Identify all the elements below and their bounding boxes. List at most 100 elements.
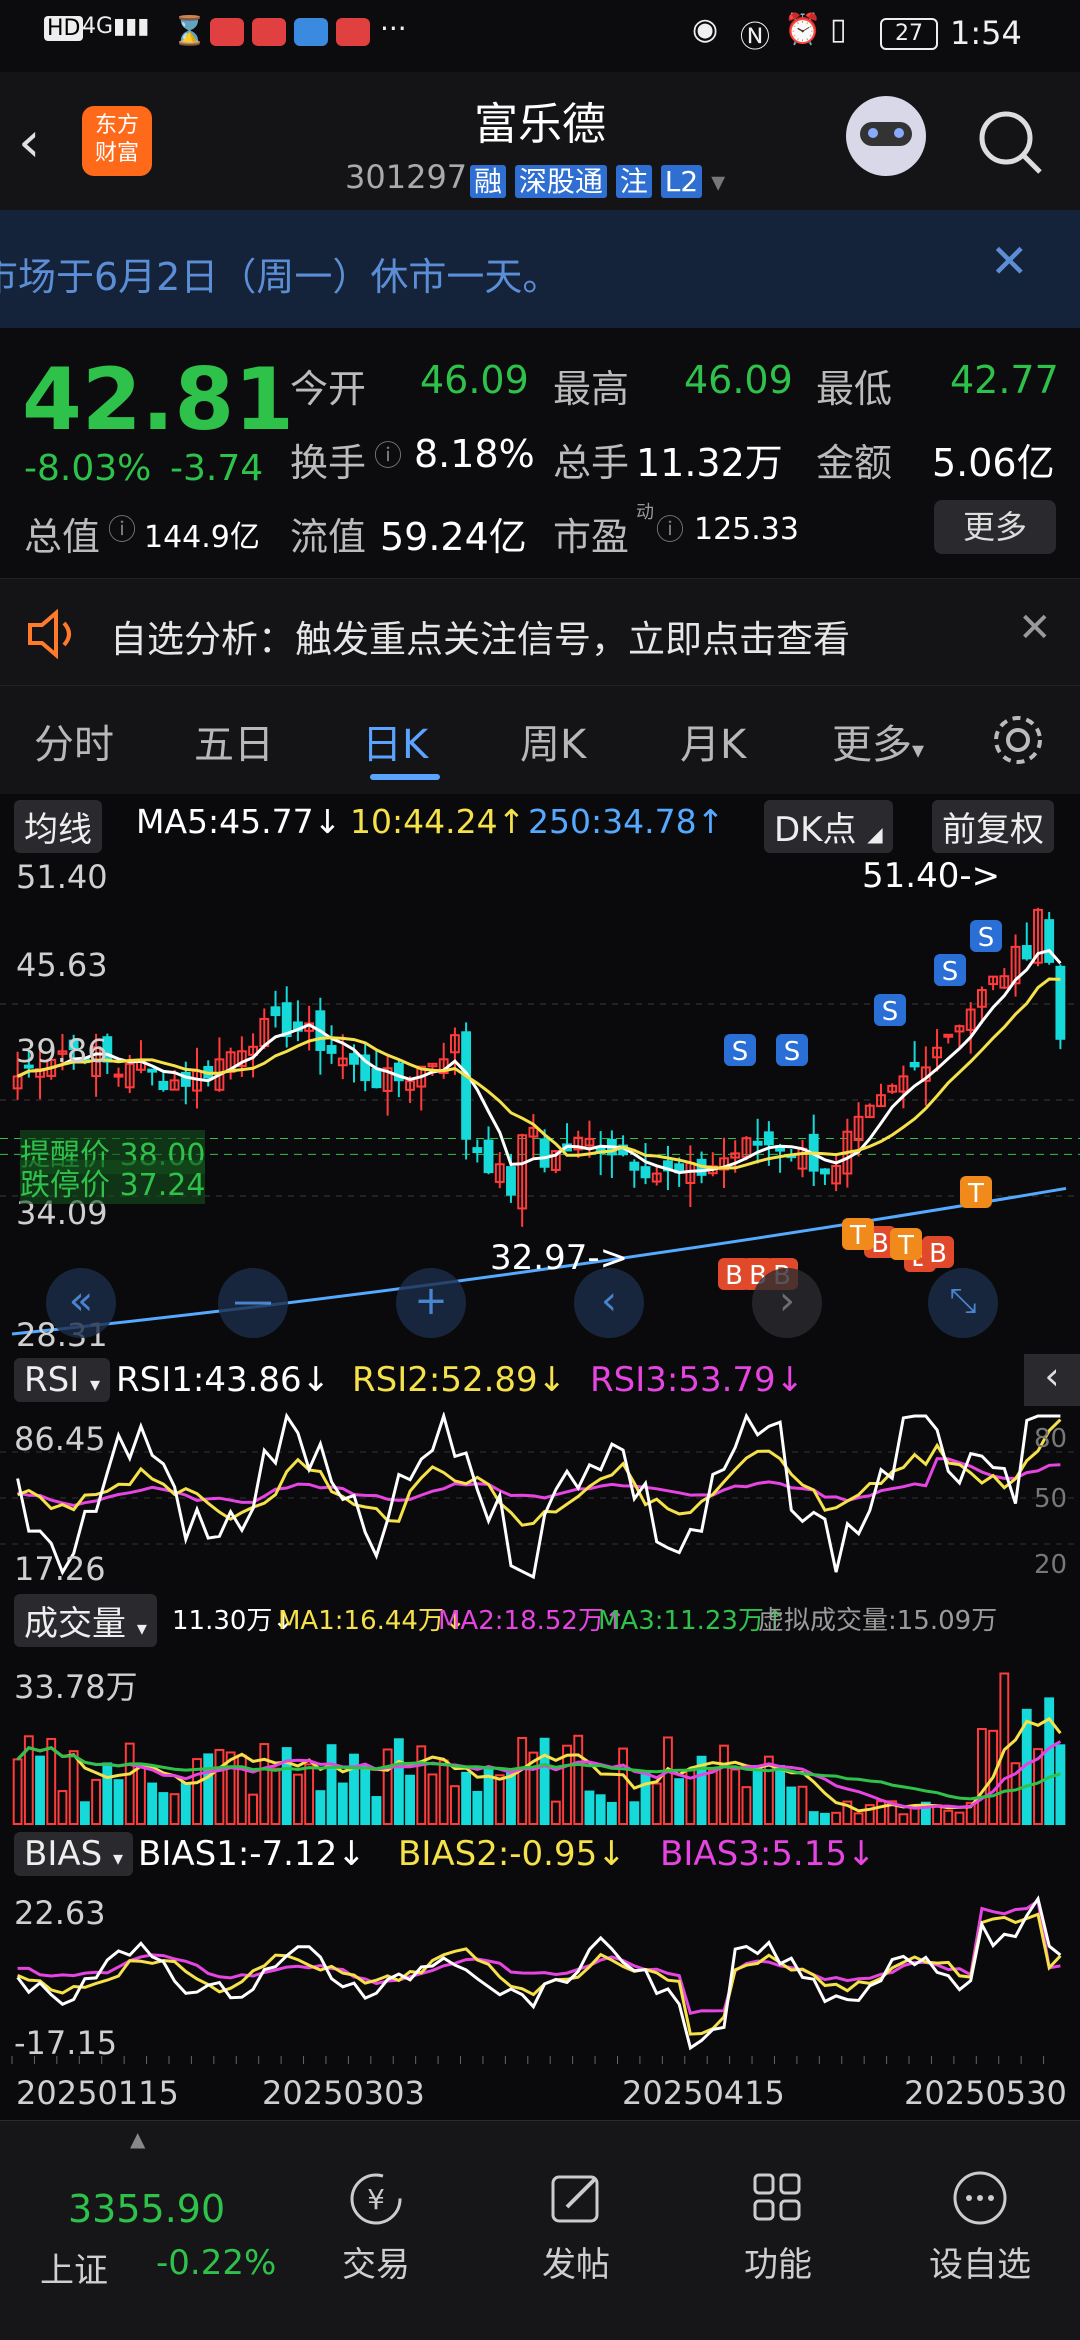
date-label-2: 20250303: [262, 2074, 425, 2112]
rsi-chart[interactable]: [0, 1412, 1080, 1584]
volume-chart[interactable]: [0, 1646, 1080, 1826]
nfc-icon: Ⓝ: [740, 20, 770, 55]
zoom-in-button[interactable]: +: [396, 1268, 466, 1338]
index-value[interactable]: 3355.90: [68, 2187, 225, 2231]
volume-bar: [707, 1769, 718, 1825]
t-marker-label: T: [967, 1179, 984, 1209]
volume-bar: [102, 1762, 113, 1825]
nav-functions[interactable]: 功能: [708, 2169, 848, 2286]
tab-more[interactable]: 更多▾: [832, 712, 924, 770]
bias-y-bottom: -17.15: [14, 2024, 118, 2062]
volume-bar: [651, 1782, 662, 1825]
nav-add-watchlist[interactable]: 设自选: [910, 2169, 1050, 2286]
expand-icon: ⤡: [949, 1281, 977, 1321]
gear-icon[interactable]: [990, 712, 1046, 768]
t-marker-label: T: [849, 1221, 866, 1251]
volume-bar: [449, 1785, 460, 1825]
tab-daily[interactable]: 日K: [362, 712, 428, 770]
chevron-left-icon: ‹: [601, 1278, 617, 1324]
tab-intraday[interactable]: 分时: [34, 712, 114, 770]
scroll-right-button[interactable]: ›: [752, 1268, 822, 1338]
status-bar: HD 4G▮▮▮ ⌛ ··· ◉ Ⓝ ⏰ ▯ 27 1:54: [0, 0, 1080, 72]
mktcap-label: 总值: [24, 515, 101, 559]
search-icon[interactable]: [976, 108, 1046, 178]
volume-bar: [943, 1809, 954, 1825]
volume-bar: [797, 1785, 808, 1826]
rsi-level-80: 80: [1034, 1424, 1068, 1454]
chevron-down-icon: ▾: [113, 1846, 124, 1870]
candle-body: [943, 1033, 954, 1038]
y-label-max: 51.40: [16, 858, 108, 896]
volume-bar: [136, 1763, 146, 1825]
info-icon[interactable]: ⓘ: [108, 508, 136, 548]
app-notification-icon: [210, 18, 244, 46]
volume-bar: [808, 1811, 819, 1825]
nav-trade[interactable]: ¥ 交易: [306, 2169, 446, 2286]
volume-bar: [371, 1796, 382, 1825]
tab-weekly[interactable]: 周K: [520, 712, 586, 770]
app-notification-icon: [336, 18, 370, 46]
info-icon[interactable]: ⓘ: [374, 434, 402, 474]
vibrate-icon: ▯: [830, 12, 847, 47]
collapse-indicators-button[interactable]: ‹: [1024, 1354, 1080, 1406]
bottom-navigation: ▲ 3355.90 上证 -0.22% ¥ 交易 发帖 功能 设自选: [0, 2120, 1080, 2340]
chevron-up-icon[interactable]: ▲: [130, 2127, 145, 2151]
candle-body: [113, 1073, 124, 1078]
rsi-select[interactable]: RSI ▾: [14, 1358, 111, 1402]
volume-bar: [741, 1786, 752, 1825]
robot-assistant-icon[interactable]: [846, 96, 926, 176]
scroll-left-fast-button[interactable]: «: [46, 1268, 116, 1338]
tab-monthly[interactable]: 月K: [680, 712, 746, 770]
candle-body: [640, 1166, 651, 1179]
badge-l2: L2: [660, 165, 703, 198]
turnover-value: 8.18%: [414, 432, 535, 476]
nav-post-label: 发帖: [542, 2245, 610, 2285]
cloud-icon: [294, 18, 328, 46]
fullscreen-button[interactable]: ⤡: [928, 1268, 998, 1338]
plus-icon: +: [414, 1278, 448, 1324]
more-button[interactable]: 更多: [934, 500, 1056, 554]
close-icon[interactable]: ✕: [1018, 605, 1052, 651]
ma-legend: 均线 MA5:45.77↓ 10:44.24↑ 250:34.78↑ DK点 ◢…: [0, 794, 1080, 853]
scroll-left-button[interactable]: ‹: [574, 1268, 644, 1338]
volume-select[interactable]: 成交量 ▾: [14, 1594, 157, 1647]
virtual-volume: 虚拟成交量:15.09万: [758, 1606, 998, 1636]
volume-bar: [786, 1786, 797, 1826]
volume-bar: [820, 1812, 830, 1825]
index-name[interactable]: 上证: [40, 2243, 108, 2292]
double-chevron-left-icon: «: [68, 1278, 94, 1324]
volume-bar: [674, 1778, 685, 1826]
volume-bar: [752, 1764, 763, 1825]
volume-bar: [393, 1738, 404, 1825]
volume-bar: [326, 1744, 337, 1825]
adjust-label: 前复权: [942, 810, 1044, 850]
info-icon[interactable]: ⓘ: [656, 508, 684, 548]
close-icon[interactable]: ✕: [990, 234, 1029, 288]
bias-chart[interactable]: [0, 1884, 1080, 2064]
volume-ma3-line: [16, 1746, 1061, 1801]
volume-bar: [259, 1743, 270, 1825]
nav-post[interactable]: 发帖: [506, 2169, 646, 2286]
sell-marker-label: S: [784, 1037, 801, 1067]
chevron-down-icon[interactable]: ▾: [711, 165, 725, 198]
grid-icon: [753, 2173, 801, 2221]
volume-legend: 成交量 ▾ 11.30万↓ MA1:16.44万↓ MA2:18.52万↑ MA…: [0, 1590, 1080, 1647]
index-change[interactable]: -0.22%: [156, 2243, 276, 2283]
market-notice-banner[interactable]: 市场于6月2日（周一）休市一天。 ✕: [0, 210, 1080, 328]
analysis-notice[interactable]: 自选分析：触发重点关注信号，立即点击查看 ✕: [0, 578, 1080, 686]
banner-text: 市场于6月2日（周一）休市一天。: [0, 255, 561, 299]
bias-select[interactable]: BIAS ▾: [14, 1832, 134, 1876]
ma-select[interactable]: 均线: [14, 800, 102, 853]
volume-bar: [550, 1800, 561, 1826]
volume-bar: [214, 1748, 225, 1825]
dk-point-select[interactable]: DK点 ◢: [764, 800, 893, 853]
volume-bar: [293, 1773, 303, 1825]
tab-five-day[interactable]: 五日: [194, 712, 274, 770]
volume-bar: [606, 1801, 617, 1826]
tab-indicator: [370, 774, 440, 780]
zoom-out-button[interactable]: —: [218, 1268, 288, 1338]
adjust-select[interactable]: 前复权: [932, 800, 1054, 853]
volume-bar: [584, 1790, 595, 1826]
candle-body: [752, 1140, 763, 1146]
pe-label: 市盈: [553, 515, 630, 559]
